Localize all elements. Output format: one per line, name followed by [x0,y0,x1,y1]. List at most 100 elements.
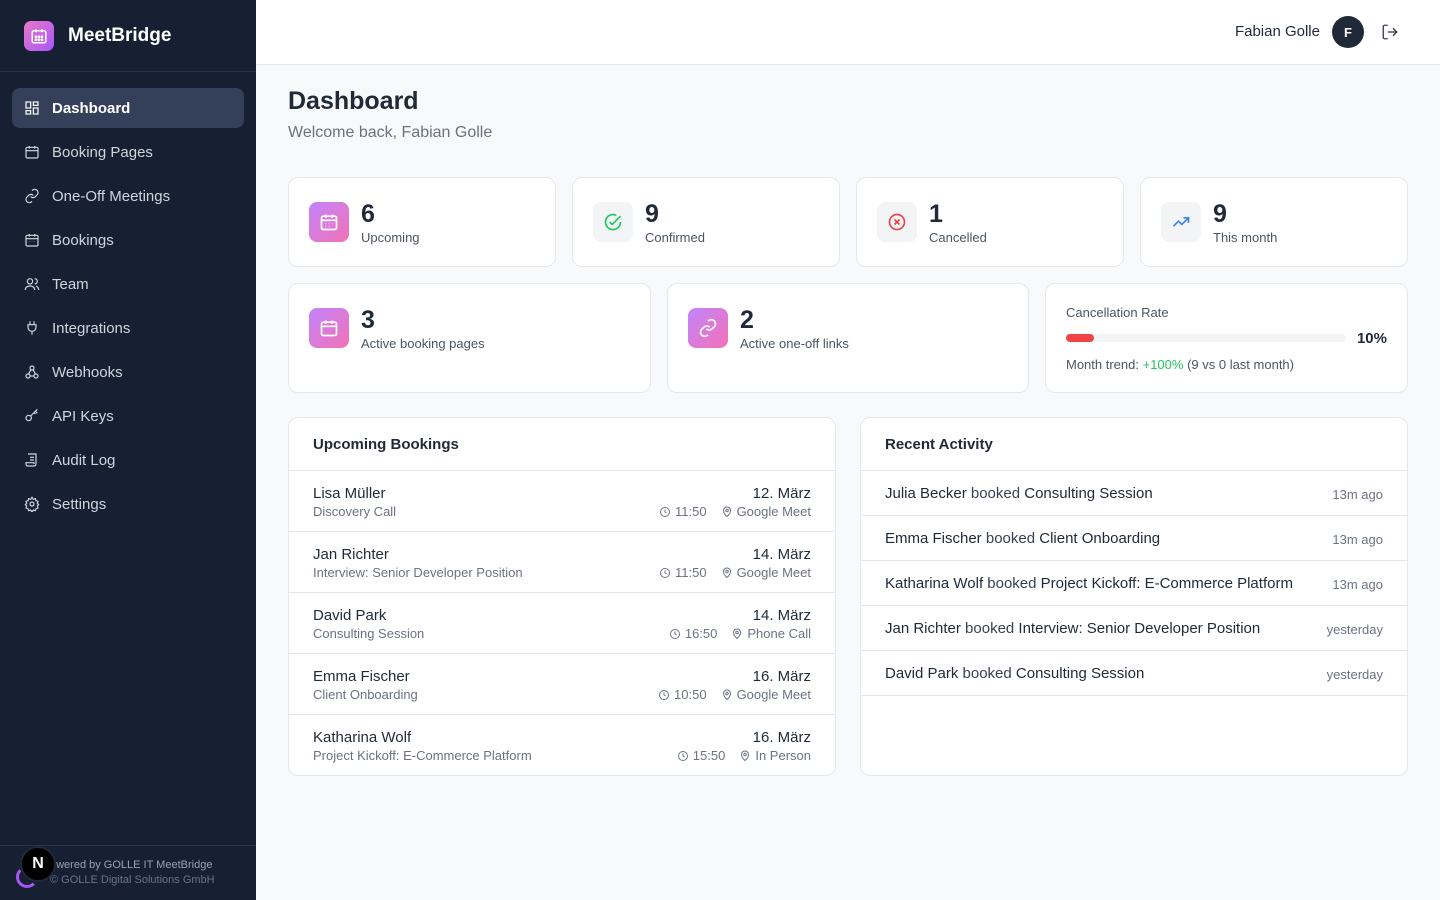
cancellation-rate-value: 10% [1356,330,1387,347]
activity-row[interactable]: Jan Richter booked Interview: Senior Dev… [861,606,1407,651]
booking-name: David Park [313,607,387,624]
sidebar-item-label: Settings [52,495,107,513]
booking-date: 14. März [752,546,811,563]
stat-value: 1 [929,200,943,228]
stat-label: Active booking pages [361,336,485,351]
booking-time: 10:50 [674,687,707,702]
scroll-icon [24,452,40,468]
clock-icon [659,567,671,579]
sidebar-item-audit-log[interactable]: Audit Log [12,440,244,480]
booking-name: Jan Richter [313,546,389,563]
booking-date: 12. März [752,485,811,502]
plug-icon [24,320,40,336]
sidebar-item-label: Integrations [52,319,131,337]
sidebar-item-label: Audit Log [52,451,116,469]
activity-what: Client Onboarding [1039,530,1161,547]
activity-time: yesterday [1326,667,1383,682]
stat-card-cancelled: 1 Cancelled [856,177,1124,267]
booking-type: Interview: Senior Developer Position [313,565,523,580]
activity-row[interactable]: David Park booked Consulting Session yest… [861,651,1407,696]
month-trend-prefix: Month trend: [1066,357,1143,372]
activity-time: 13m ago [1332,487,1383,502]
booking-location: Google Meet [736,687,811,702]
sidebar-item-settings[interactable]: Settings [12,484,244,524]
booking-time: 15:50 [692,748,726,763]
booking-row[interactable]: David Park Consulting Session 14. März 16:5… [289,593,835,654]
topbar: Fabian Golle F [256,0,1440,65]
check-circle-icon [593,202,633,242]
clock-icon [677,750,689,762]
cancellation-rate-bar [1066,334,1346,342]
activity-row[interactable]: Emma Fischer booked Client Onboarding 13m… [861,516,1407,561]
activity-row[interactable]: Julia Becker booked Consulting Session 13… [861,471,1407,516]
sidebar-item-booking-pages[interactable]: Booking Pages [12,132,244,172]
sidebar-item-one-off-meetings[interactable]: One-Off Meetings [12,176,244,216]
next-dev-badge[interactable]: N [20,846,56,882]
stat-value: 6 [361,200,375,228]
activity-text: Julia Becker booked Consulting Session [885,485,1153,502]
booking-row[interactable]: Lisa Müller Discovery Call 12. März 11:50 Go… [289,471,835,532]
activity-who: Julia Becker [885,485,967,502]
calendar-logo-icon [24,20,54,51]
page-subtitle: Welcome back, Fabian Golle [288,124,493,141]
booking-type: Discovery Call [313,504,397,519]
key-icon [24,408,40,424]
sidebar-item-integrations[interactable]: Integrations [12,308,244,348]
sidebar-item-label: API Keys [52,407,114,425]
stat-card-upcoming: 6 Upcoming [288,177,556,267]
sidebar-item-webhooks[interactable]: Webhooks [12,352,244,392]
calendar-icon [24,144,40,160]
activity-verb: booked [960,620,1019,637]
activity-time: yesterday [1326,622,1383,637]
stat-label: Confirmed [645,230,705,245]
cancellation-rate-title: Cancellation Rate [1066,305,1169,320]
stat-label: Cancelled [929,230,987,245]
booking-date: 16. März [752,668,811,685]
booking-time: 11:50 [674,565,707,580]
booking-row[interactable]: Jan Richter Interview: Senior Developer P… [289,532,835,593]
booking-type: Consulting Session [313,626,425,641]
activity-text: David Park booked Consulting Session [885,665,1144,682]
bookings-list: Lisa Müller Discovery Call 12. März 11:50 Go… [289,471,835,775]
activity-what: Interview: Senior Developer Position [1018,620,1261,637]
booking-row[interactable]: Emma Fischer Client Onboarding 16. März 10:… [289,654,835,715]
sidebar-item-label: One-Off Meetings [52,187,171,205]
booking-name: Katharina Wolf [313,729,412,746]
panel-title: Upcoming Bookings [289,418,835,471]
location-pin-icon [721,689,733,701]
stat-value: 9 [645,200,659,228]
brand[interactable]: MeetBridge [0,0,256,72]
stat-value: 3 [361,306,375,334]
upcoming-bookings-panel: Upcoming Bookings Lisa Müller Discovery C… [288,417,836,776]
users-icon [24,276,40,292]
stat-label: Active one-off links [740,336,849,351]
sidebar-item-team[interactable]: Team [12,264,244,304]
stat-card-one-off-links: 2 Active one-off links [667,283,1029,393]
powered-by-text: owered by GOLLE IT MeetBridge [50,859,213,871]
sidebar-item-label: Webhooks [52,363,123,381]
activity-who: Jan Richter [885,620,961,637]
activity-row[interactable]: Katharina Wolf booked Project Kickoff: E… [861,561,1407,606]
activity-verb: booked [966,485,1025,502]
avatar[interactable]: F [1332,16,1364,48]
booking-meta: 15:50 In Person [677,748,811,763]
sidebar-item-api-keys[interactable]: API Keys [12,396,244,436]
booking-row[interactable]: Katharina Wolf Project Kickoff: E-Commerc… [289,715,835,775]
sidebar-item-label: Booking Pages [52,143,153,161]
gear-icon [24,496,40,512]
month-trend-suffix: (9 vs 0 last month) [1183,357,1294,372]
sidebar-item-dashboard[interactable]: Dashboard [12,88,244,128]
page-title: Dashboard [288,87,419,115]
logout-icon[interactable] [1380,22,1400,42]
sidebar-item-bookings[interactable]: Bookings [12,220,244,260]
stat-value: 2 [740,306,754,334]
location-pin-icon [721,567,733,579]
booking-date: 16. März [752,729,811,746]
activity-list: Julia Becker booked Consulting Session 13… [861,471,1407,696]
booking-name: Lisa Müller [313,485,386,502]
booking-name: Emma Fischer [313,668,410,685]
stat-card-confirmed: 9 Confirmed [572,177,840,267]
clock-icon [659,506,671,518]
location-pin-icon [739,750,751,762]
dashboard-icon [24,100,40,116]
